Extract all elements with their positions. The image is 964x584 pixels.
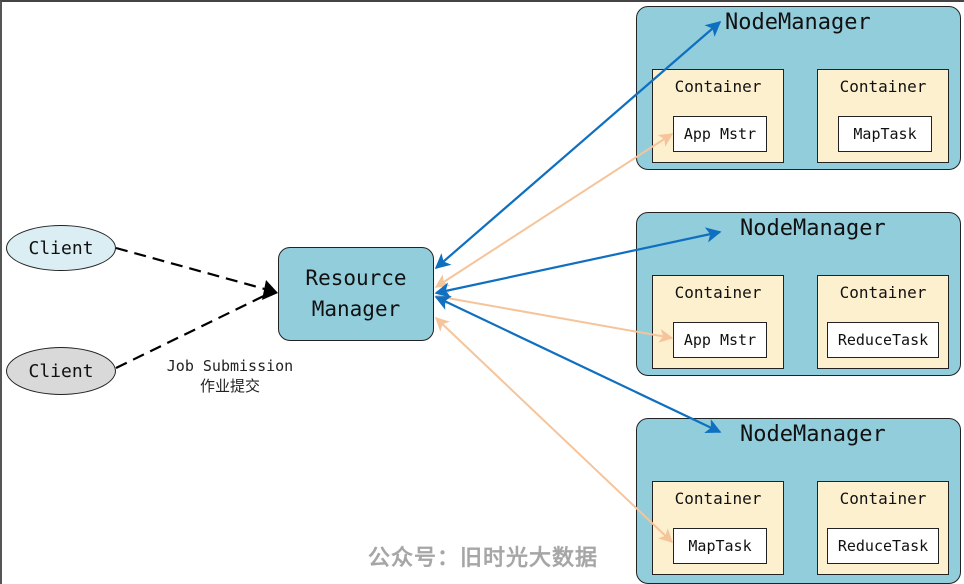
container-label: Container: [839, 77, 927, 96]
task-app-mstr-2[interactable]: App Mstr: [673, 322, 767, 358]
container-label: Container: [674, 489, 762, 508]
container-label: Container: [839, 283, 927, 302]
container-1a[interactable]: Container App Mstr: [652, 69, 784, 163]
container-2a[interactable]: Container App Mstr: [652, 275, 784, 369]
node-manager-1-title: NodeManager: [725, 10, 871, 35]
node-manager-3-title: NodeManager: [740, 422, 886, 447]
container-3b[interactable]: Container ReduceTask: [817, 481, 949, 575]
container-label: Container: [674, 283, 762, 302]
job-submission-en: Job Submission: [166, 357, 294, 375]
node-manager-2-title: NodeManager: [740, 216, 886, 241]
container-label: Container: [839, 489, 927, 508]
container-3a[interactable]: Container MapTask: [652, 481, 784, 575]
client-2-label: Client: [28, 360, 94, 382]
client-1-label: Client: [28, 237, 94, 259]
resource-manager-node[interactable]: Resource Manager: [278, 247, 434, 341]
client-1-node[interactable]: Client: [6, 225, 116, 271]
task-maptask-1[interactable]: MapTask: [838, 116, 932, 152]
node-manager-1[interactable]: NodeManager Container App Mstr Container…: [636, 6, 961, 170]
task-reducetask-2[interactable]: ReduceTask: [827, 322, 939, 358]
container-label: Container: [674, 77, 762, 96]
resource-manager-line1: Resource: [305, 266, 407, 290]
task-app-mstr-1[interactable]: App Mstr: [673, 116, 767, 152]
resource-manager-line2: Manager: [311, 297, 401, 321]
task-reducetask-3[interactable]: ReduceTask: [827, 528, 939, 564]
watermark: 公众号：旧时光大数据: [368, 546, 599, 571]
node-manager-2[interactable]: NodeManager Container App Mstr Container…: [636, 212, 961, 376]
client-2-node[interactable]: Client: [6, 347, 116, 395]
container-2b[interactable]: Container ReduceTask: [817, 275, 949, 369]
container-1b[interactable]: Container MapTask: [817, 69, 949, 163]
job-submission-zh: 作业提交: [199, 377, 260, 395]
task-maptask-3[interactable]: MapTask: [673, 528, 767, 564]
node-manager-3[interactable]: NodeManager Container MapTask Container …: [636, 418, 961, 584]
job-submission-label: Job Submission 作业提交: [150, 356, 310, 396]
